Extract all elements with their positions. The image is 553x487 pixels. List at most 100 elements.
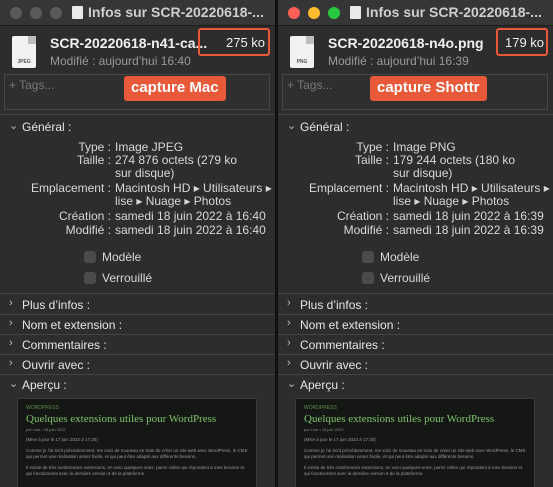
section-general[interactable]: ⌄ Général :	[0, 119, 275, 139]
info-row: sur disque)	[0, 166, 275, 182]
checkbox-template[interactable]: Modèle	[362, 250, 419, 264]
info-value: 274 876 octets (279 ko	[115, 153, 238, 167]
png-file-icon: PNG	[290, 36, 314, 68]
checkbox-locked[interactable]: Verrouillé	[84, 271, 152, 285]
info-window-mac-capture: Infos sur SCR-20220618-... JPEG SCR-2022…	[0, 0, 275, 487]
divider	[278, 354, 553, 355]
chevron-right-icon: ›	[9, 297, 13, 309]
preview-line: (Mise à jour le 17 juin 2022 à 17:30)	[26, 437, 98, 442]
divider	[278, 374, 553, 375]
preview-title: Quelques extensions utiles pour WordPres…	[304, 413, 495, 425]
info-value: Image JPEG	[115, 140, 184, 154]
callout-label: capture Shottr	[370, 76, 487, 101]
window-title: Infos sur SCR-20220618-...	[72, 4, 264, 20]
info-value: Macintosh HD ▸ Utilisateurs ▸	[115, 181, 272, 195]
divider	[0, 293, 275, 294]
chevron-down-icon: ⌄	[9, 378, 19, 390]
checkbox-template[interactable]: Modèle	[84, 250, 141, 264]
modified-date: Modifié : aujourd’hui 16:39	[328, 54, 469, 68]
checkbox-locked[interactable]: Verrouillé	[362, 271, 430, 285]
preview-meta: par Lise • 18 juin 2022	[26, 427, 66, 432]
section-general[interactable]: ⌄ Général :	[278, 119, 553, 139]
chevron-right-icon: ›	[9, 357, 13, 369]
file-name: SCR-20220618-n41-ca...	[50, 35, 208, 51]
info-label: Taille :	[354, 153, 389, 167]
info-label: Emplacement :	[308, 181, 389, 195]
section-preview[interactable]: ⌄ Aperçu :	[0, 377, 275, 397]
info-value: 179 244 octets (180 ko	[393, 153, 516, 167]
divider	[0, 114, 275, 115]
info-label: Modifié :	[343, 223, 389, 237]
section-preview[interactable]: ⌄ Aperçu :	[278, 377, 553, 397]
chevron-right-icon: ›	[9, 337, 13, 349]
preview-line: Comme je l’ai écrit précédemment, me voi…	[304, 448, 526, 459]
info-row: lise ▸ Nuage ▸ Photos	[278, 194, 553, 210]
chevron-right-icon: ›	[9, 317, 13, 329]
info-row: Modifié : samedi 18 juin 2022 à 16:39	[278, 223, 553, 239]
chevron-right-icon: ›	[287, 317, 291, 329]
preview-line: Comme je l’ai écrit précédemment, me voi…	[26, 448, 248, 459]
info-label: Création :	[58, 209, 111, 223]
window-title: Infos sur SCR-20220618-...	[350, 4, 542, 20]
chevron-down-icon: ⌄	[287, 378, 297, 390]
info-label: Création :	[336, 209, 389, 223]
chevron-right-icon: ›	[287, 337, 291, 349]
info-value: samedi 18 juin 2022 à 16:40	[115, 209, 266, 223]
title-bar: Infos sur SCR-20220618-...	[278, 0, 553, 26]
preview-line: Il existe de très nombreuses extensions,…	[26, 465, 245, 476]
preview-kicker: WORDPRESS	[304, 405, 337, 411]
info-row: sur disque)	[278, 166, 553, 182]
info-row: lise ▸ Nuage ▸ Photos	[0, 194, 275, 210]
checkbox[interactable]	[362, 272, 374, 284]
info-value: Image PNG	[393, 140, 456, 154]
info-value: Macintosh HD ▸ Utilisateurs ▸	[393, 181, 550, 195]
divider	[278, 114, 553, 115]
modified-date: Modifié : aujourd’hui 16:40	[50, 54, 191, 68]
chevron-down-icon: ⌄	[287, 120, 297, 132]
file-name: SCR-20220618-n4o.png	[328, 35, 484, 51]
chevron-right-icon: ›	[287, 357, 291, 369]
info-value: sur disque)	[393, 166, 453, 180]
zoom-button[interactable]	[328, 7, 340, 19]
preview-image: WORDPRESS Quelques extensions utiles pou…	[295, 398, 535, 487]
title-bar: Infos sur SCR-20220618-...	[0, 0, 275, 26]
checkbox[interactable]	[84, 251, 96, 263]
preview-kicker: WORDPRESS	[26, 405, 59, 411]
divider	[278, 293, 553, 294]
close-button[interactable]	[288, 7, 300, 19]
document-icon	[72, 5, 83, 19]
preview-image: WORDPRESS Quelques extensions utiles pou…	[17, 398, 257, 487]
minimize-button[interactable]	[30, 7, 42, 19]
chevron-down-icon: ⌄	[9, 120, 19, 132]
info-label: Taille :	[76, 153, 111, 167]
preview-line: (Mise à jour le 17 juin 2022 à 17:30)	[304, 437, 376, 442]
preview-title: Quelques extensions utiles pour WordPres…	[26, 413, 217, 425]
file-size: 275 ko	[226, 35, 266, 50]
info-value: samedi 18 juin 2022 à 16:39	[393, 209, 544, 223]
close-button[interactable]	[10, 7, 22, 19]
minimize-button[interactable]	[308, 7, 320, 19]
info-value: sur disque)	[115, 166, 175, 180]
callout-label: capture Mac	[124, 76, 226, 101]
file-header: JPEG SCR-20220618-n41-ca... 275 ko Modif…	[0, 26, 275, 74]
checkbox[interactable]	[362, 251, 374, 263]
info-label: Emplacement :	[30, 181, 111, 195]
chevron-right-icon: ›	[287, 297, 291, 309]
preview-meta: par Lise • 18 juin 2022	[304, 427, 344, 432]
info-value: lise ▸ Nuage ▸ Photos	[393, 194, 510, 208]
info-value: samedi 18 juin 2022 à 16:39	[393, 223, 544, 237]
file-size: 179 ko	[505, 35, 545, 50]
divider	[0, 314, 275, 315]
info-value: lise ▸ Nuage ▸ Photos	[115, 194, 232, 208]
divider	[278, 334, 553, 335]
checkbox[interactable]	[84, 272, 96, 284]
zoom-button[interactable]	[50, 7, 62, 19]
divider	[0, 334, 275, 335]
info-row: Modifié : samedi 18 juin 2022 à 16:40	[0, 223, 275, 239]
info-label: Type :	[78, 140, 111, 154]
divider	[278, 314, 553, 315]
preview-line: Il existe de très nombreuses extensions,…	[304, 465, 523, 476]
divider	[0, 354, 275, 355]
info-window-shottr-capture: Infos sur SCR-20220618-... PNG SCR-20220…	[278, 0, 553, 487]
info-value: samedi 18 juin 2022 à 16:40	[115, 223, 266, 237]
